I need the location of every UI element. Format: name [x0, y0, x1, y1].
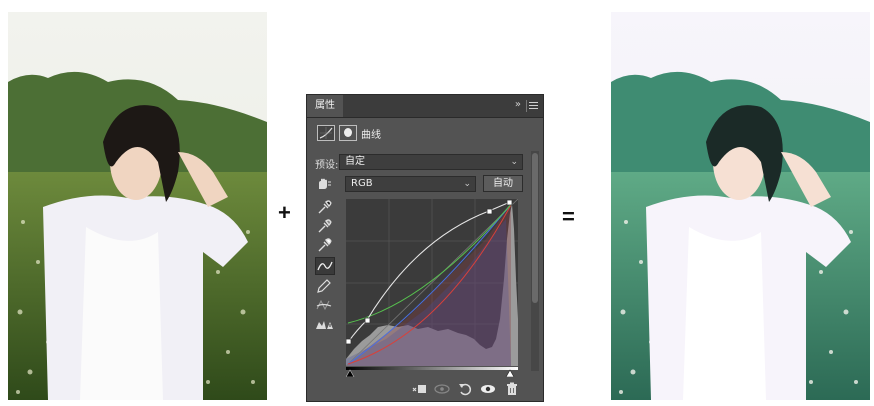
black-point-eyedropper-icon[interactable] — [315, 199, 333, 215]
curves-graph[interactable] — [345, 198, 519, 367]
panel-footer — [307, 377, 543, 401]
preset-label: 预设: — [315, 160, 339, 171]
adjustment-title: 曲线 — [361, 130, 381, 141]
curve-edit-icon[interactable] — [315, 257, 335, 275]
gray-point-eyedropper-icon[interactable] — [315, 218, 333, 234]
view-previous-icon[interactable] — [434, 381, 450, 397]
panel-scrollbar[interactable] — [531, 151, 539, 371]
panel-tab-bar: 属性 » — [307, 95, 543, 118]
reset-icon[interactable] — [457, 381, 473, 397]
properties-panel: 属性 » 曲线 预设: 自定 ⌄ RGB ⌄ 自动 — [307, 95, 543, 401]
curve-point[interactable] — [506, 199, 513, 206]
preset-value: 自定 — [345, 156, 365, 167]
photo-before — [8, 12, 267, 400]
auto-button[interactable]: 自动 — [483, 175, 523, 192]
preset-dropdown[interactable]: 自定 ⌄ — [339, 154, 523, 170]
channel-dropdown[interactable]: RGB ⌄ — [345, 176, 476, 192]
input-gradient-slider[interactable] — [345, 367, 518, 378]
photo-after — [611, 12, 870, 400]
trash-icon[interactable] — [504, 381, 520, 397]
plus-sign: + — [278, 200, 291, 225]
collapse-panel-icon[interactable]: » — [515, 99, 521, 110]
smooth-icon[interactable] — [315, 297, 333, 313]
pencil-icon[interactable] — [315, 278, 333, 294]
black-point-slider[interactable] — [345, 369, 355, 378]
mask-icon[interactable] — [339, 125, 357, 141]
curves-adjustment-icon[interactable] — [317, 125, 335, 141]
equals-sign: = — [562, 204, 575, 229]
white-point-slider[interactable] — [505, 369, 515, 378]
clipping-warning-icon[interactable] — [315, 316, 333, 332]
chevron-down-icon: ⌄ — [510, 157, 518, 167]
curve-point[interactable] — [364, 317, 371, 324]
curve-point[interactable] — [486, 208, 493, 215]
chevron-down-icon: ⌄ — [463, 179, 471, 189]
channel-value: RGB — [351, 178, 373, 189]
tab-properties[interactable]: 属性 — [307, 95, 343, 117]
hand-target-icon[interactable] — [316, 177, 332, 191]
visibility-icon[interactable] — [480, 381, 496, 397]
tab-bar-divider — [526, 100, 527, 112]
clip-to-layer-icon[interactable] — [411, 381, 427, 397]
panel-menu-icon[interactable] — [529, 102, 538, 110]
curve-point[interactable] — [345, 338, 352, 345]
white-point-eyedropper-icon[interactable] — [315, 237, 333, 253]
scrollbar-thumb[interactable] — [532, 153, 538, 303]
